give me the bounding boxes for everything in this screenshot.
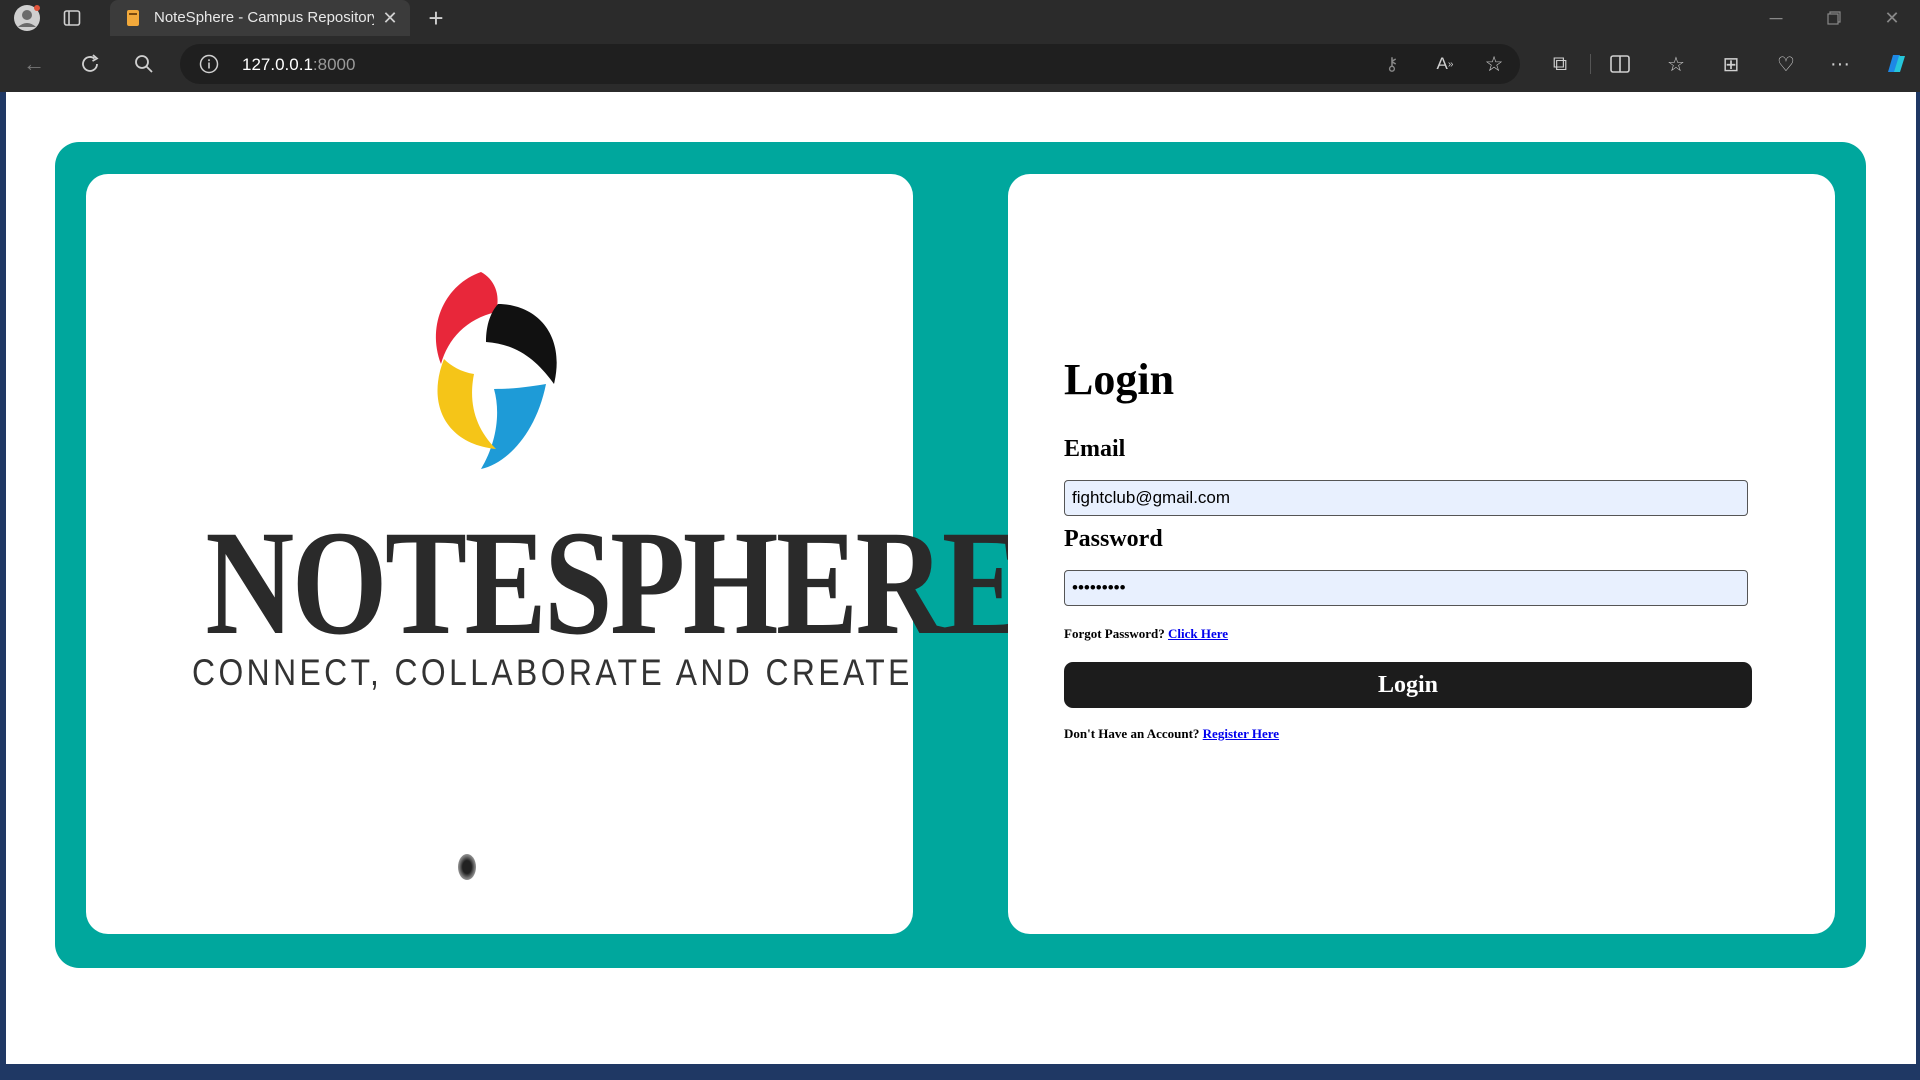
url-host: 127.0.0.1 — [242, 55, 313, 74]
brand-tagline: CONNECT, COLLABORATE AND CREATE — [192, 652, 913, 693]
login-button[interactable]: Login — [1064, 662, 1752, 708]
url-port: :8000 — [312, 55, 356, 74]
password-icon[interactable]: ⚷ — [1380, 52, 1404, 76]
close-icon[interactable]: ✕ — [380, 8, 400, 28]
page-viewport: NOTESPHERE CONNECT, COLLABORATE AND CREA… — [6, 92, 1916, 1064]
favorite-star-icon[interactable]: ☆ — [1482, 52, 1506, 76]
login-frame: NOTESPHERE CONNECT, COLLABORATE AND CREA… — [55, 142, 1866, 968]
window-close-icon[interactable]: ✕ — [1878, 6, 1906, 30]
logo-black-swirl — [486, 304, 557, 384]
register-link[interactable]: Register Here — [1203, 726, 1279, 741]
copilot-icon[interactable] — [1880, 48, 1912, 80]
browser-tab-bar: NoteSphere - Campus Repository ✕ + ─ ✕ — [0, 0, 1920, 36]
profile-icon[interactable] — [12, 3, 42, 33]
active-tab[interactable]: NoteSphere - Campus Repository ✕ — [110, 0, 410, 36]
logo-card: NOTESPHERE CONNECT, COLLABORATE AND CREA… — [86, 174, 1024, 934]
logo-blue-swirl — [481, 384, 546, 469]
notesphere-logo-mark — [435, 272, 557, 469]
tab-favicon — [124, 9, 142, 27]
register-row: Don't Have an Account? Register Here — [1064, 726, 1279, 742]
site-info-icon[interactable] — [198, 53, 220, 75]
refresh-icon[interactable] — [76, 50, 104, 78]
email-field[interactable] — [1064, 480, 1748, 516]
password-label: Password — [1064, 526, 1163, 552]
new-tab-icon[interactable]: + — [422, 3, 450, 33]
forgot-password-link[interactable]: Click Here — [1168, 626, 1228, 641]
forgot-password-text: Forgot Password? — [1064, 626, 1165, 641]
back-icon[interactable]: ← — [20, 50, 48, 78]
forgot-password-row: Forgot Password? Click Here — [1064, 626, 1228, 642]
read-aloud-icon[interactable]: A» — [1432, 52, 1458, 76]
carousel-dot — [458, 854, 476, 880]
url-text[interactable]: 127.0.0.1:8000 — [242, 55, 355, 75]
register-text: Don't Have an Account? — [1064, 726, 1200, 741]
browser-essentials-icon[interactable]: ♡ — [1772, 50, 1800, 78]
logo-yellow-swirl — [437, 359, 496, 449]
minimize-icon[interactable]: ─ — [1762, 6, 1790, 30]
taskbar-strip — [0, 1064, 1920, 1080]
brand-name: NOTESPHERE — [205, 500, 1024, 666]
logo-red-swirl — [435, 272, 498, 364]
toolbar-divider — [1590, 54, 1591, 74]
restore-icon[interactable] — [1820, 6, 1848, 30]
extensions-icon[interactable]: ⧉ — [1546, 50, 1574, 78]
collections-icon[interactable]: ⊞ — [1717, 50, 1745, 78]
tab-title: NoteSphere - Campus Repository — [154, 9, 374, 26]
email-label: Email — [1064, 436, 1126, 462]
login-card: Login Email Password Forgot Password? Cl… — [1008, 174, 1835, 934]
browser-toolbar: ← 127.0.0.1:8000 ⚷ A» ☆ ⧉ ☆ ⊞ ♡ ··· — [0, 36, 1920, 92]
favorites-icon[interactable]: ☆ — [1662, 50, 1690, 78]
address-bar[interactable]: 127.0.0.1:8000 ⚷ A» ☆ — [180, 44, 1520, 84]
login-heading: Login — [1064, 355, 1175, 404]
split-screen-icon[interactable] — [1606, 50, 1634, 78]
more-icon[interactable]: ··· — [1826, 50, 1854, 78]
search-icon[interactable] — [130, 50, 158, 78]
password-field[interactable] — [1064, 570, 1748, 606]
tab-actions-icon[interactable] — [60, 6, 84, 30]
